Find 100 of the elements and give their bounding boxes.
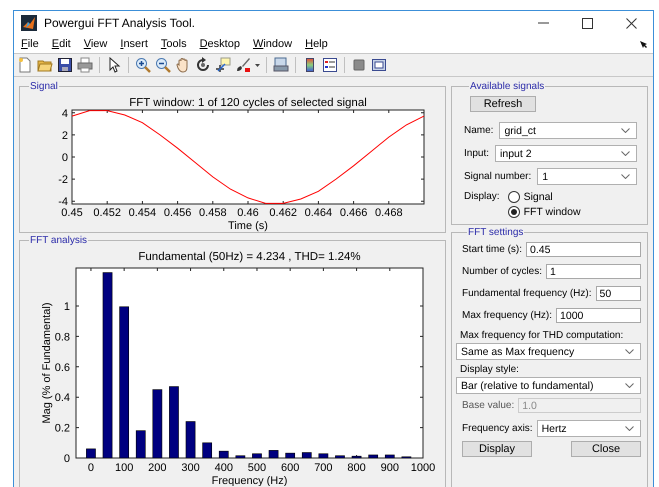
axis-tick-label: 0.466 (340, 207, 368, 219)
menu-item[interactable]: Window (248, 38, 296, 50)
menu-item[interactable]: Help (301, 38, 332, 50)
radio-label: FFT window (524, 206, 581, 218)
hide-plot-tools-icon[interactable] (351, 57, 367, 73)
menu-item[interactable]: File (17, 38, 43, 50)
chart-bar (152, 389, 162, 458)
axis-tick-label: 900 (380, 462, 399, 474)
zoom-out-icon[interactable] (155, 57, 171, 73)
dropdown[interactable]: Same as Max frequency (456, 343, 641, 360)
minimize-icon (538, 22, 548, 24)
axis-tick-label: 400 (214, 462, 233, 474)
axis-tick-label: 0.2 (54, 422, 70, 435)
radio-button[interactable] (508, 191, 520, 203)
panel-title: Available signals (469, 81, 546, 92)
axis-tick-label: 4 (62, 108, 68, 120)
input-field[interactable]: 1 (546, 264, 641, 279)
chart-bar (368, 454, 378, 458)
axis-tick-label: -2 (58, 174, 68, 186)
axis-label: Time (s) (228, 220, 268, 232)
chart-bar (268, 450, 278, 458)
save-icon[interactable] (57, 57, 73, 73)
field-label: Display style: (460, 364, 520, 375)
chevron-icon (621, 151, 630, 156)
dock-arrow-icon[interactable] (640, 41, 647, 48)
axis-tick-label: 200 (148, 462, 167, 474)
chart-bar (186, 421, 196, 458)
dropdown[interactable]: grid_ct (499, 122, 637, 139)
chart-bar (352, 456, 362, 458)
chart-bar (384, 454, 395, 458)
axis-tick-label: 600 (281, 462, 300, 474)
field-label: Start time (s): (462, 244, 522, 255)
axis-label: Mag (% of Fundamental) (41, 302, 53, 424)
zoom-in-icon[interactable] (135, 57, 151, 73)
chevron-icon (621, 128, 630, 133)
axis-tick-label: 2 (62, 130, 68, 142)
axis-tick-label: 0 (64, 453, 70, 465)
field-label: Display: (464, 191, 500, 204)
axis-tick-label: 0 (62, 152, 68, 164)
input-field[interactable]: 50 (596, 286, 641, 301)
chart-bar (335, 455, 345, 458)
axis-tick-label: 0.8 (54, 331, 70, 344)
print-icon[interactable] (77, 57, 93, 73)
input-field[interactable]: 1000 (556, 308, 641, 323)
axis-tick-label: 100 (114, 462, 134, 474)
field-label: Max frequency (Hz): (462, 310, 552, 321)
field-label: Max frequency for THD computation: (460, 330, 624, 341)
chart-bar (236, 455, 246, 458)
chart-title: FFT window: 1 of 120 cycles of selected signal (129, 97, 367, 109)
show-plot-tools-icon[interactable] (371, 57, 387, 73)
axis-tick-label: 700 (314, 462, 333, 474)
axis-tick-label: 1000 (410, 462, 436, 474)
axis-tick-label: 0.45 (61, 207, 83, 219)
legend-icon[interactable] (322, 57, 338, 73)
chart-bar (252, 453, 262, 458)
chart-bar (402, 456, 412, 458)
field-label: Fundamental frequency (Hz): (462, 288, 592, 299)
radio-label: Signal (524, 191, 553, 203)
axis-tick-label: 0.6 (54, 362, 70, 374)
menu-item[interactable]: Edit (48, 38, 75, 50)
field-label: Base value: (462, 400, 514, 411)
menu-item[interactable]: Tools (156, 38, 191, 50)
display-button[interactable]: Display (462, 441, 532, 457)
dropdown[interactable]: Hertz (536, 420, 641, 437)
app-icon (21, 15, 37, 31)
axis-tick-label: 0 (88, 462, 94, 474)
chart-bar (218, 450, 229, 458)
refresh-button[interactable]: Refresh (470, 96, 536, 112)
dropdown[interactable]: 1 (537, 168, 637, 185)
radio-button[interactable] (508, 206, 520, 218)
axis-tick-label: 300 (181, 462, 200, 474)
axis-tick-label: -4 (58, 196, 68, 208)
axis-tick-label: 0.452 (93, 207, 121, 219)
brush-icon[interactable] (235, 57, 251, 73)
menu-item[interactable]: Insert (116, 38, 152, 50)
data-cursor-icon[interactable] (215, 57, 231, 73)
close-button[interactable]: Close (571, 441, 641, 457)
caret-icon[interactable] (255, 64, 260, 66)
axis-tick-label: 800 (347, 462, 366, 474)
dropdown[interactable]: Bar (relative to fundamental) (456, 377, 641, 394)
menu-item[interactable]: View (80, 38, 112, 50)
print-preview-icon[interactable] (273, 57, 289, 73)
axis-tick-label: 1 (64, 301, 70, 313)
chevron-icon (625, 383, 634, 388)
rotate-icon[interactable] (195, 57, 211, 73)
dropdown[interactable]: input 2 (495, 145, 637, 162)
maximize-icon (582, 18, 592, 28)
chart-bar (86, 448, 96, 458)
panel-title: FFT settings (467, 227, 524, 238)
field-label: Number of cycles: (462, 266, 542, 277)
axis-tick-label: 0.454 (128, 207, 156, 219)
close-icon (626, 18, 636, 28)
input-field[interactable]: 0.45 (526, 242, 641, 257)
axis-tick-label: 500 (248, 462, 266, 474)
new-file-icon[interactable] (17, 57, 33, 73)
input-field: 1.0 (518, 398, 641, 413)
field-label: Name: (464, 125, 494, 136)
axis-tick-label: 0.462 (269, 207, 297, 219)
chart-bar (285, 452, 296, 458)
menu-item[interactable]: Desktop (196, 38, 244, 50)
